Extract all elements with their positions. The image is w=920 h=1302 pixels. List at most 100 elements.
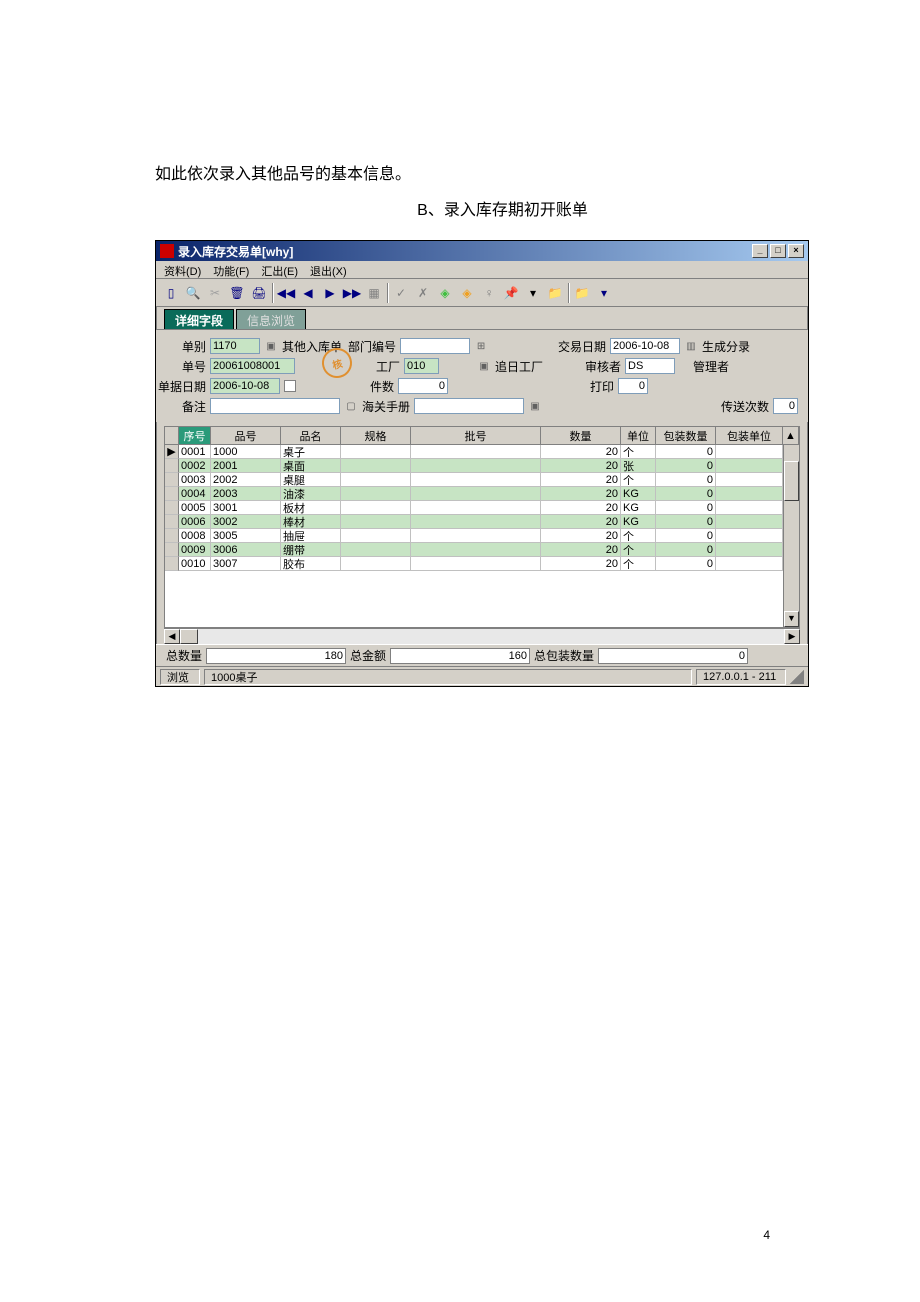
new-doc-icon[interactable]: ▯	[162, 284, 180, 302]
last-icon[interactable]: ▶▶	[343, 284, 361, 302]
field-dayin[interactable]: 0	[618, 378, 648, 394]
doc-icon[interactable]: ▣	[477, 359, 491, 373]
cell: 桌子	[281, 445, 341, 459]
scroll-right-button[interactable]: ▶	[784, 629, 800, 644]
delete-icon[interactable]: 🗑	[228, 284, 246, 302]
field-haiguan[interactable]	[414, 398, 524, 414]
tab-detail-fields[interactable]: 详细字段	[164, 309, 234, 329]
table-row[interactable]: 00083005抽屉20个0	[165, 529, 799, 543]
scroll-thumb[interactable]	[784, 461, 799, 501]
table-row[interactable]: 00063002棒材20KG0	[165, 515, 799, 529]
inventory-entry-window: 录入库存交易单[why] _ □ × 资料(D) 功能(F) 汇出(E) 退出(…	[155, 240, 809, 687]
col-ph[interactable]: 品号	[211, 427, 281, 444]
row-indicator	[165, 487, 179, 501]
tab-info-browse[interactable]: 信息浏览	[236, 309, 306, 329]
col-dw[interactable]: 单位	[621, 427, 656, 444]
resize-grip-icon[interactable]	[790, 670, 804, 684]
cell: KG	[621, 487, 656, 501]
calendar-icon[interactable]: ▥	[684, 339, 698, 353]
field-chuansong: 0	[773, 398, 798, 414]
col-seq[interactable]: 序号	[179, 427, 211, 444]
pin-icon[interactable]: 📌	[502, 284, 520, 302]
detail-grid[interactable]: 序号 品号 品名 规格 批号 数量 单位 包装数量 包装单位 ▲ ▶000110…	[164, 426, 800, 628]
field-bumen[interactable]	[400, 338, 470, 354]
menu-data[interactable]: 资料(D)	[164, 263, 201, 276]
scroll-left-button[interactable]: ◀	[164, 629, 180, 644]
next-icon[interactable]: ▶	[321, 284, 339, 302]
minimize-button[interactable]: _	[752, 244, 768, 258]
filter-icon[interactable]: ♀	[480, 284, 498, 302]
table-row[interactable]: 00042003油漆20KG0	[165, 487, 799, 501]
field-jianshu[interactable]: 0	[398, 378, 448, 394]
prev-icon[interactable]: ◀	[299, 284, 317, 302]
scroll-down-button[interactable]: ▼	[784, 611, 799, 627]
cell	[716, 515, 783, 529]
menu-export[interactable]: 汇出(E)	[261, 263, 298, 276]
print-icon[interactable]: 🖨	[250, 284, 268, 302]
first-icon[interactable]: ◀◀	[277, 284, 295, 302]
dropdown2-icon[interactable]: ▾	[595, 284, 613, 302]
cell: 桌腿	[281, 473, 341, 487]
cell	[411, 501, 541, 515]
checkbox-djrq[interactable]	[284, 380, 296, 392]
unapprove-icon[interactable]: ◈	[458, 284, 476, 302]
folder2-icon[interactable]: 📁	[573, 284, 591, 302]
cell	[341, 487, 411, 501]
cell	[341, 543, 411, 557]
table-row[interactable]: 00032002桌腿20个0	[165, 473, 799, 487]
app-icon	[160, 244, 174, 258]
table-row[interactable]: 00053001板材20KG0	[165, 501, 799, 515]
confirm-icon[interactable]: ✓	[392, 284, 410, 302]
label-total-pack: 总包装数量	[534, 647, 594, 664]
row-indicator	[165, 473, 179, 487]
titlebar[interactable]: 录入库存交易单[why] _ □ ×	[156, 241, 808, 261]
cell	[411, 487, 541, 501]
dropdown-icon[interactable]: ▾	[524, 284, 542, 302]
field-danbie[interactable]: 1170	[210, 338, 260, 354]
col-sl[interactable]: 数量	[541, 427, 621, 444]
cell: 20	[541, 487, 621, 501]
grid-row-header	[165, 427, 179, 444]
preview-icon[interactable]: 🔍	[184, 284, 202, 302]
cell: 0002	[179, 459, 211, 473]
folder-icon[interactable]: 📁	[546, 284, 564, 302]
table-row[interactable]: 00103007胶布20个0	[165, 557, 799, 571]
field-jyrq[interactable]: 2006-10-08	[610, 338, 680, 354]
lookup-icon[interactable]: ▣	[264, 339, 278, 353]
col-gg[interactable]: 规格	[341, 427, 411, 444]
table-row[interactable]: 00093006绷带20个0	[165, 543, 799, 557]
field-djrq[interactable]: 2006-10-08	[210, 378, 280, 394]
manual-icon[interactable]: ▣	[528, 399, 542, 413]
field-shenhe[interactable]: DS	[625, 358, 675, 374]
label-danbie: 单别	[166, 338, 206, 355]
cell: 3007	[211, 557, 281, 571]
col-bh[interactable]: 批号	[411, 427, 541, 444]
table-row[interactable]: 00022001桌面20张0	[165, 459, 799, 473]
hscroll-thumb[interactable]	[180, 629, 198, 644]
calc-icon[interactable]: ▦	[365, 284, 383, 302]
col-pm[interactable]: 品名	[281, 427, 341, 444]
label-total-qty: 总数量	[166, 647, 202, 664]
cell: 20	[541, 445, 621, 459]
cell	[716, 557, 783, 571]
label-beizhu: 备注	[166, 398, 206, 415]
menu-function[interactable]: 功能(F)	[213, 263, 249, 276]
field-gongchang[interactable]: 010	[404, 358, 439, 374]
maximize-button[interactable]: □	[770, 244, 786, 258]
cell	[341, 557, 411, 571]
approve-icon[interactable]: ◈	[436, 284, 454, 302]
cell	[716, 543, 783, 557]
cut-icon[interactable]: ✂	[206, 284, 224, 302]
field-danhao[interactable]: 20061008001	[210, 358, 295, 374]
tree-icon[interactable]: ⊞	[474, 339, 488, 353]
col-bzsl[interactable]: 包装数量	[656, 427, 716, 444]
horizontal-scrollbar[interactable]: ◀ ▶	[164, 628, 800, 644]
vertical-scrollbar[interactable]: ▼	[783, 445, 799, 627]
cancel-icon[interactable]: ✗	[414, 284, 432, 302]
menu-exit[interactable]: 退出(X)	[310, 263, 347, 276]
col-bzdw[interactable]: 包装单位	[716, 427, 783, 444]
note-icon[interactable]: ▢	[344, 399, 358, 413]
field-beizhu[interactable]	[210, 398, 340, 414]
table-row[interactable]: ▶00011000桌子20个0	[165, 445, 799, 459]
close-button[interactable]: ×	[788, 244, 804, 258]
